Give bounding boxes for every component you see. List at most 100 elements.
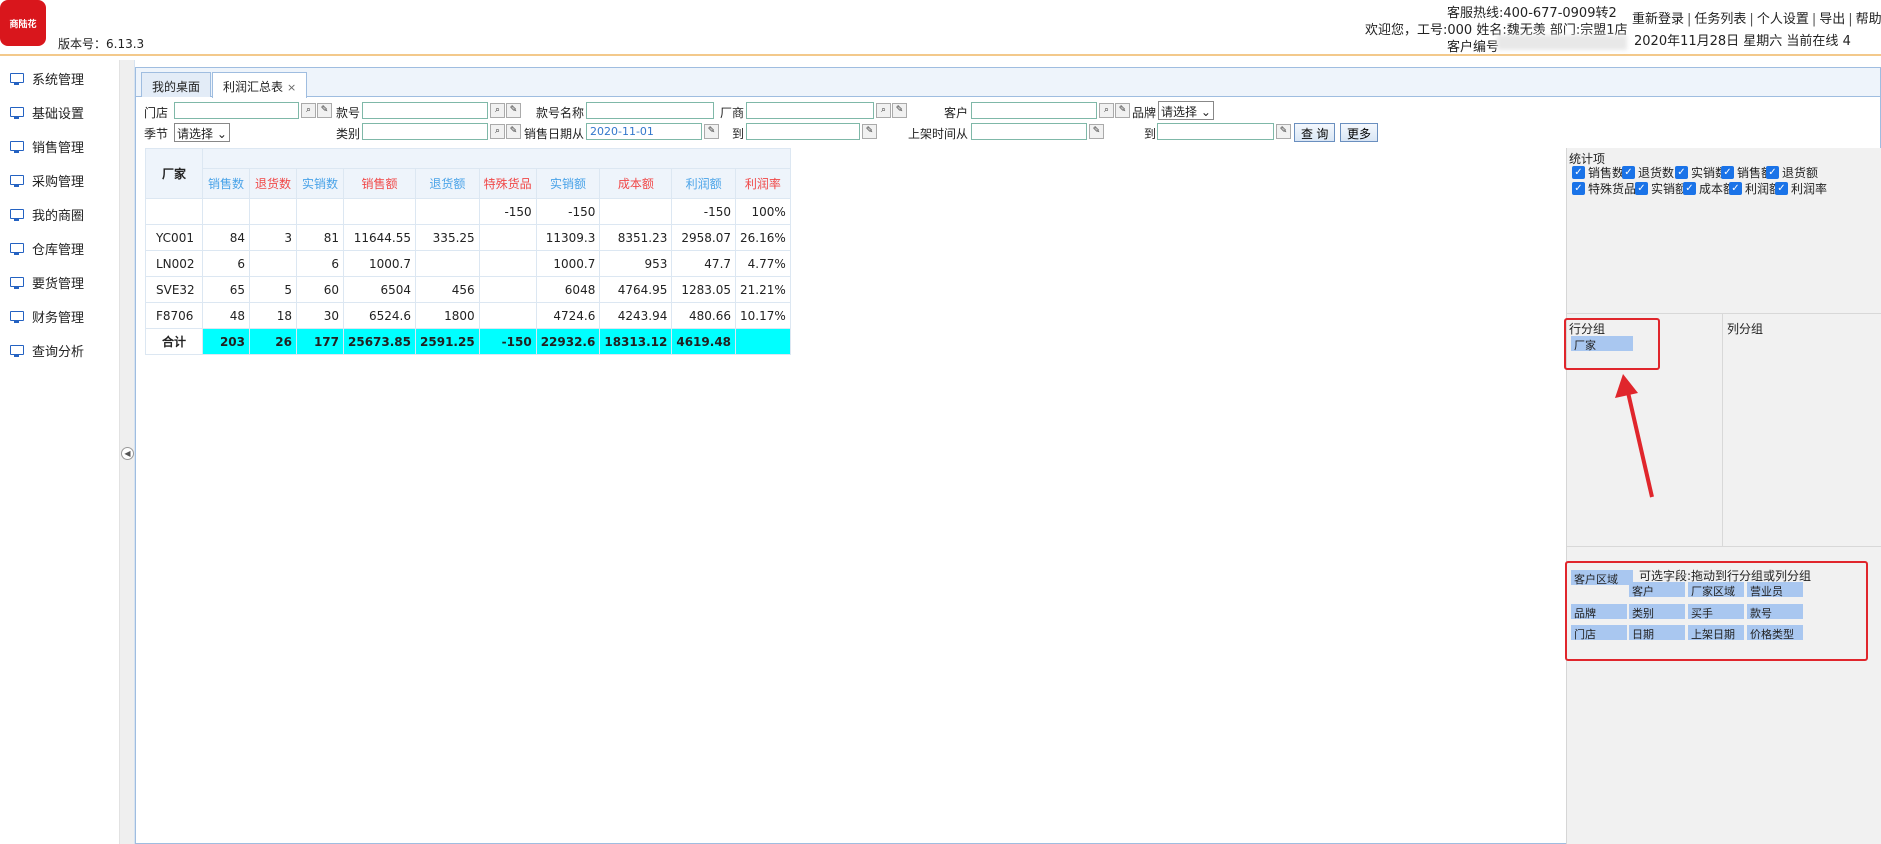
stat-checkbox[interactable]: ✓ 实销数 [1675, 164, 1727, 181]
edit-icon[interactable]: ✎ [892, 103, 907, 118]
personal-settings-link[interactable]: 个人设置 [1757, 12, 1809, 27]
table-cell: 4243.94 [599, 302, 673, 329]
column-header[interactable]: 特殊货品 [478, 168, 537, 199]
sidebar-item-basic[interactable]: 基础设置 [10, 102, 84, 122]
search-icon[interactable]: ⌕ [301, 103, 316, 118]
table-cell [478, 224, 537, 251]
stat-checkbox-label: 退货数 [1638, 166, 1675, 180]
category-input[interactable] [362, 123, 488, 140]
column-header[interactable]: 销售额 [342, 168, 417, 199]
stat-checkbox[interactable]: ✓ 退货额 [1766, 164, 1818, 181]
sidebar-item-requisition[interactable]: 要货管理 [10, 272, 84, 292]
search-icon[interactable]: ⌕ [876, 103, 891, 118]
task-list-link[interactable]: 任务列表 [1694, 12, 1746, 27]
vendor-input[interactable] [746, 102, 874, 119]
table-cell: 6048 [535, 276, 601, 303]
edit-icon[interactable]: ✎ [506, 124, 521, 139]
customer-input[interactable] [971, 102, 1097, 119]
tab-profit-summary[interactable]: 利润汇总表 × [212, 72, 308, 98]
help-link[interactable]: 帮助 [1856, 12, 1881, 27]
customer-no-redacted [1497, 35, 1627, 50]
column-header[interactable]: 退货数 [249, 168, 297, 199]
column-header[interactable]: 退货额 [415, 168, 480, 199]
total-cell: 203 [202, 328, 250, 355]
store-input[interactable] [174, 102, 299, 119]
column-header[interactable]: 利润率 [735, 168, 791, 199]
sidebar-item-query[interactable]: 查询分析 [10, 340, 84, 360]
sidebar-item-finance[interactable]: 财务管理 [10, 306, 84, 326]
search-icon[interactable]: ⌕ [490, 124, 505, 139]
sidebar-item-circle[interactable]: 我的商圈 [10, 204, 84, 224]
checkbox-checked-icon: ✓ [1775, 182, 1788, 195]
style-name-label: 款号名称 [536, 106, 585, 120]
calendar-icon[interactable]: ✎ [704, 124, 719, 139]
query-button[interactable]: 查 询 [1294, 123, 1336, 142]
column-header[interactable]: 销售数 [202, 168, 250, 199]
relogin-link[interactable]: 重新登录 [1632, 12, 1684, 27]
sale-date-to-input[interactable] [746, 123, 860, 140]
edit-icon[interactable]: ✎ [1115, 103, 1130, 118]
stat-checkbox[interactable]: ✓ 退货数 [1622, 164, 1674, 181]
table-cell [202, 198, 250, 225]
search-icon[interactable]: ⌕ [1099, 103, 1114, 118]
style-no-label: 款号 [336, 106, 361, 120]
sidebar-item-system[interactable]: 系统管理 [10, 68, 84, 88]
collapse-sidebar-icon[interactable]: ◀ [121, 447, 134, 460]
table-cell: 21.21% [735, 276, 791, 303]
shelf-time-to-input[interactable] [1157, 123, 1274, 140]
main-panel: 我的桌面 利润汇总表 × 门店 ⌕ ✎ 款号 ⌕ ✎ 款号名称 厂商 ⌕ ✎ 客户… [135, 67, 1881, 844]
sidebar-item-sales[interactable]: 销售管理 [10, 136, 84, 156]
brand-select[interactable]: 请选择 ⌄ [1158, 101, 1214, 120]
sidebar-item-label: 要货管理 [32, 276, 85, 292]
logo-text: 商陆花 [9, 20, 37, 30]
sidebar-item-purchase[interactable]: 采购管理 [10, 170, 84, 190]
search-icon[interactable]: ⌕ [490, 103, 505, 118]
app-logo[interactable]: 商陆花 [0, 0, 46, 46]
column-header[interactable]: 成本额 [599, 168, 673, 199]
shelf-time-from-input[interactable] [971, 123, 1087, 140]
season-select[interactable]: 请选择 ⌄ [174, 123, 230, 142]
row-name: YC001 [145, 224, 203, 251]
close-icon[interactable]: × [287, 81, 296, 94]
column-header[interactable]: 利润额 [671, 168, 737, 199]
sale-date-from-input[interactable] [586, 123, 702, 140]
profit-summary-table: 厂家 销售数 退货数 实销数 销售额 退货额 特殊货品 实销额 成本额 利润额 利润率 -150-… [145, 148, 791, 355]
stat-checkbox[interactable]: ✓ 实销额 [1635, 180, 1687, 197]
stat-checkbox[interactable]: ✓ 特殊货品 [1572, 180, 1636, 197]
table-cell: 1000.7 [342, 250, 417, 277]
checkbox-checked-icon: ✓ [1721, 166, 1734, 179]
monitor-icon [10, 311, 24, 323]
column-header[interactable]: 实销数 [296, 168, 344, 199]
export-link[interactable]: 导出 [1819, 12, 1845, 27]
monitor-icon [10, 107, 24, 119]
stat-checkbox[interactable]: ✓ 销售数 [1572, 164, 1624, 181]
edit-icon[interactable]: ✎ [506, 103, 521, 118]
table-cell [296, 198, 344, 225]
edit-icon[interactable]: ✎ [317, 103, 332, 118]
style-name-input[interactable] [586, 102, 714, 119]
sidebar-item-warehouse[interactable]: 仓库管理 [10, 238, 84, 258]
table-cell [415, 250, 480, 277]
calendar-icon[interactable]: ✎ [862, 124, 877, 139]
column-header[interactable]: 实销额 [535, 168, 601, 199]
calendar-icon[interactable]: ✎ [1276, 124, 1291, 139]
calendar-icon[interactable]: ✎ [1089, 124, 1104, 139]
table-cell: 60 [296, 276, 344, 303]
monitor-icon [10, 175, 24, 187]
table-cell: 26.16% [735, 224, 791, 251]
tab-my-desktop[interactable]: 我的桌面 [141, 72, 212, 97]
tab-bar: 我的桌面 利润汇总表 × [136, 68, 1880, 98]
stat-checkbox[interactable]: ✓ 利润额 [1729, 180, 1781, 197]
style-no-input[interactable] [362, 102, 488, 119]
table-cell: 100% [735, 198, 791, 225]
table-cell [478, 276, 537, 303]
stat-checkbox[interactable]: ✓ 利润率 [1775, 180, 1827, 197]
total-cell: 2591.25 [415, 328, 480, 355]
more-button[interactable]: 更多 [1340, 123, 1379, 142]
table-row: -150 -150 -150 100% [145, 198, 791, 225]
row-group-header[interactable]: 厂家 [145, 148, 203, 199]
stat-checkbox[interactable]: ✓ 成本额 [1683, 180, 1735, 197]
monitor-icon [10, 209, 24, 221]
brand-label: 品牌 [1132, 106, 1157, 120]
table-cell [599, 198, 673, 225]
